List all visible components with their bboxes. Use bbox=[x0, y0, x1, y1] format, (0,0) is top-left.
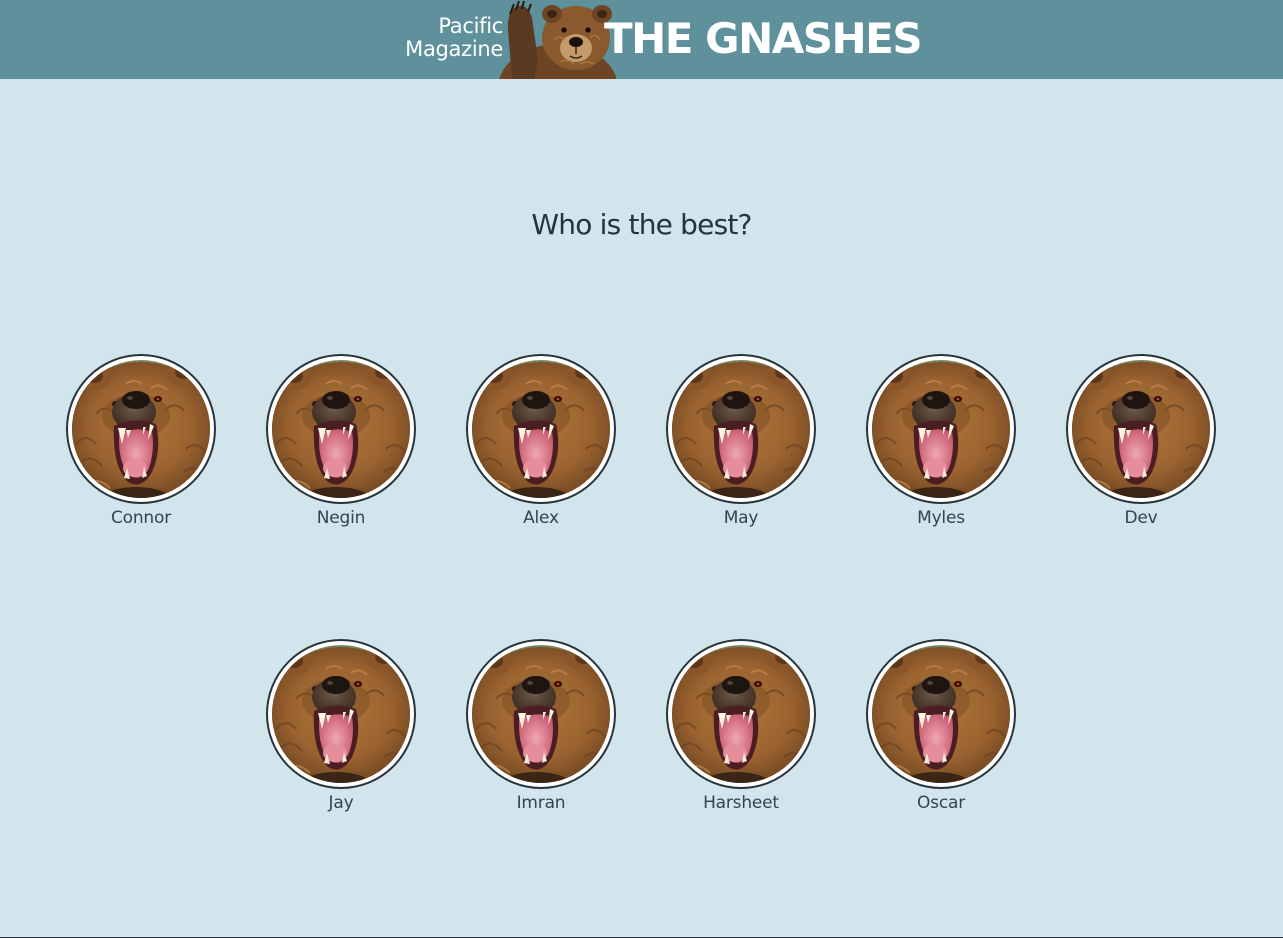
roaring-bear-icon[interactable] bbox=[266, 354, 416, 504]
magazine-name-line1: Pacific bbox=[438, 14, 503, 38]
person-name: Alex bbox=[523, 508, 559, 528]
person-card-alex[interactable]: Alex bbox=[466, 354, 616, 530]
person-card-jay[interactable]: Jay bbox=[266, 639, 416, 815]
person-name: Dev bbox=[1124, 508, 1158, 528]
person-name: Connor bbox=[110, 508, 171, 528]
person-card-dev[interactable]: Dev bbox=[1066, 354, 1216, 530]
site-header: Pacific Magazine THE GNASHES bbox=[0, 0, 1283, 79]
person-name: Harsheet bbox=[703, 793, 779, 813]
roaring-bear-icon[interactable] bbox=[466, 354, 616, 504]
person-name: May bbox=[723, 508, 759, 528]
roaring-bear-icon[interactable] bbox=[466, 639, 616, 789]
roaring-bear-icon[interactable] bbox=[266, 639, 416, 789]
person-card-connor[interactable]: Connor bbox=[66, 354, 216, 530]
roaring-bear-icon[interactable] bbox=[66, 354, 216, 504]
person-card-imran[interactable]: Imran bbox=[466, 639, 616, 815]
roaring-bear-icon[interactable] bbox=[1066, 354, 1216, 504]
person-name: Myles bbox=[917, 508, 965, 528]
person-name: Negin bbox=[316, 508, 366, 528]
person-card-may[interactable]: May bbox=[666, 354, 816, 530]
roaring-bear-icon[interactable] bbox=[666, 354, 816, 504]
person-card-oscar[interactable]: Oscar bbox=[866, 639, 1016, 815]
magazine-name-line2: Magazine bbox=[405, 37, 503, 61]
roaring-bear-icon[interactable] bbox=[866, 354, 1016, 504]
person-name: Oscar bbox=[917, 793, 965, 813]
waving-bear-icon bbox=[499, 0, 616, 79]
person-name: Imran bbox=[516, 793, 566, 813]
roaring-bear-icon[interactable] bbox=[866, 639, 1016, 789]
site-title[interactable]: THE GNASHES bbox=[604, 13, 923, 65]
roaring-bear-icon[interactable] bbox=[666, 639, 816, 789]
person-card-myles[interactable]: Myles bbox=[866, 354, 1016, 530]
magazine-name[interactable]: Pacific Magazine bbox=[405, 15, 503, 61]
page-question: Who is the best? bbox=[531, 208, 752, 241]
person-name: Jay bbox=[328, 793, 354, 813]
person-card-negin[interactable]: Negin bbox=[266, 354, 416, 530]
person-card-harsheet[interactable]: Harsheet bbox=[666, 639, 816, 815]
